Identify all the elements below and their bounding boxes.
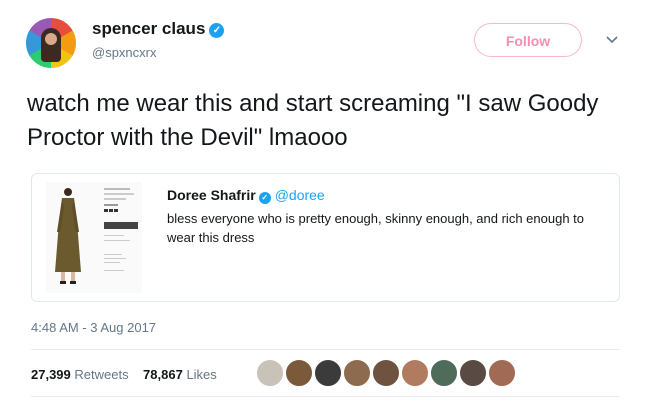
retweets-stat[interactable]: 27,399 Retweets	[31, 367, 129, 382]
likes-label: Likes	[186, 367, 217, 382]
verified-badge-icon: ✓	[209, 23, 225, 38]
verified-badge-icon: ✓	[258, 192, 271, 204]
retweets-label: Retweets	[74, 367, 129, 382]
divider	[31, 396, 620, 397]
likes-count: 78,867	[143, 367, 183, 382]
tweet-text: watch me wear this and start screaming "…	[27, 90, 599, 151]
author-name[interactable]: spencer claus	[92, 19, 205, 38]
chevron-down-icon[interactable]	[604, 31, 620, 47]
liker-avatar[interactable]	[372, 359, 400, 387]
divider	[31, 349, 620, 350]
author-avatar[interactable]	[26, 18, 76, 68]
quoted-tweet-text: bless everyone who is pretty enough, ski…	[167, 211, 584, 245]
liker-avatar[interactable]	[314, 359, 342, 387]
likes-stat[interactable]: 78,867 Likes	[143, 367, 217, 382]
quoted-author-name[interactable]: Doree Shafrir	[167, 187, 256, 203]
liker-avatar[interactable]	[459, 359, 487, 387]
author-name-line[interactable]: spencer claus ✓	[92, 19, 225, 39]
liker-avatar[interactable]	[285, 359, 313, 387]
quoted-tweet-image[interactable]	[46, 182, 142, 293]
tweet-timestamp[interactable]: 4:48 AM - 3 Aug 2017	[31, 320, 156, 335]
tweet-stats: 27,399 Retweets 78,867 Likes	[31, 367, 217, 382]
quoted-author-handle[interactable]: @doree	[275, 187, 325, 203]
quoted-tweet[interactable]: Doree Shafrir ✓ @doree bless everyone who …	[31, 173, 620, 302]
liker-avatar[interactable]	[430, 359, 458, 387]
liker-avatar[interactable]	[343, 359, 371, 387]
liker-avatar[interactable]	[488, 359, 516, 387]
retweets-count: 27,399	[31, 367, 71, 382]
quoted-author-line[interactable]: Doree Shafrir ✓ @doree	[167, 187, 325, 204]
avatar-figure	[41, 28, 61, 62]
dress-product-image	[55, 188, 138, 284]
liker-avatar[interactable]	[401, 359, 429, 387]
liker-avatar[interactable]	[256, 359, 284, 387]
author-handle[interactable]: @spxncxrx	[92, 45, 157, 60]
follow-button[interactable]: Follow	[474, 23, 582, 57]
